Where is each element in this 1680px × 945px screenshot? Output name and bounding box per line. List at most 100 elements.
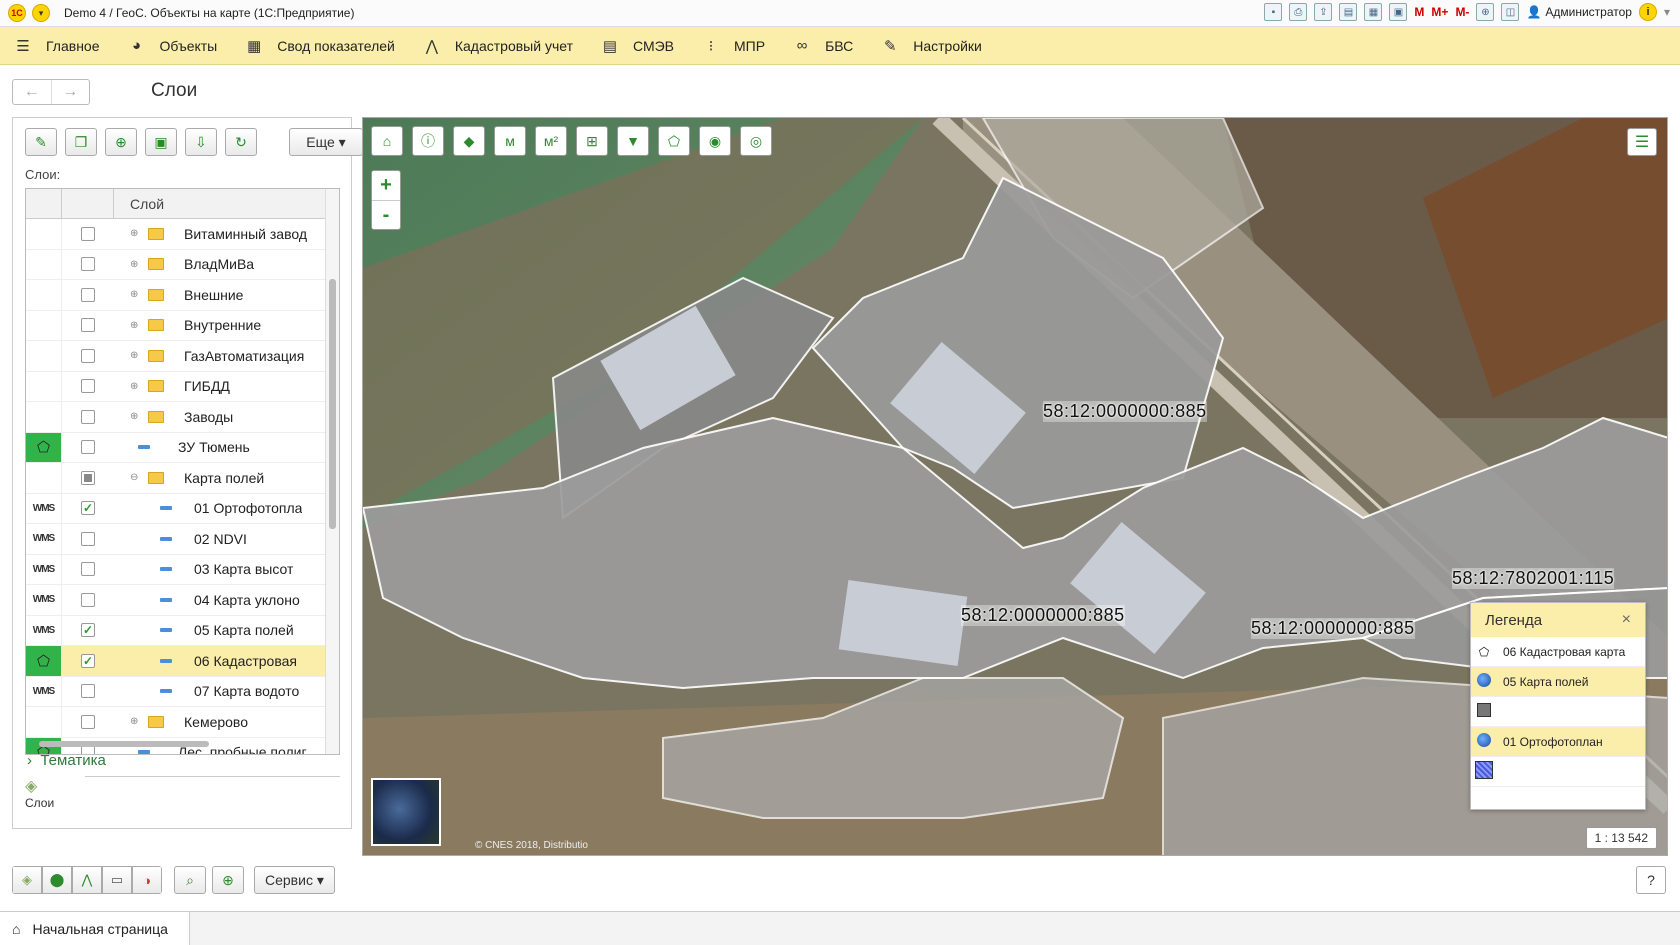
menu-item-main[interactable]: ☰ Главное: [0, 27, 114, 65]
target-icon[interactable]: ⊕: [212, 866, 244, 894]
header-check-column[interactable]: [62, 189, 114, 218]
header-type-column[interactable]: [26, 189, 62, 218]
table-row[interactable]: WMS 07 Карта водото: [26, 676, 339, 707]
polygon-select-icon[interactable]: ⬠: [658, 126, 690, 156]
expand-icon[interactable]: ⊕: [130, 259, 140, 270]
layer-type-cell[interactable]: ⬠: [26, 646, 62, 676]
table-row[interactable]: ⊕ Внешние: [26, 280, 339, 311]
visibility-checkbox[interactable]: ✓: [81, 623, 95, 638]
visibility-checkbox[interactable]: [81, 714, 95, 729]
menu-item-settings[interactable]: ✎ Настройки: [867, 27, 996, 65]
map-export-icon[interactable]: ◎: [740, 126, 772, 156]
layer-type-cell[interactable]: [26, 249, 62, 279]
window-menu-icon[interactable]: ▾: [1664, 5, 1670, 19]
layer-type-cell[interactable]: [26, 707, 62, 737]
help-button[interactable]: ?: [1636, 866, 1666, 894]
visibility-checkbox[interactable]: [81, 592, 95, 607]
layer-type-cell[interactable]: WMS: [26, 493, 62, 523]
visibility-checkbox[interactable]: ✓: [81, 501, 95, 516]
header-layer-column[interactable]: Слой: [114, 189, 164, 218]
layer-type-cell[interactable]: WMS: [26, 615, 62, 645]
table-row[interactable]: ⊕ ВладМиВа: [26, 249, 339, 280]
visibility-checkbox[interactable]: [81, 379, 95, 394]
table-row[interactable]: ⊖ Карта полей: [26, 463, 339, 494]
table-row[interactable]: ⊕ Заводы: [26, 402, 339, 433]
info-icon[interactable]: ⓘ: [412, 126, 444, 156]
compass-icon[interactable]: ⋀: [72, 866, 102, 894]
sloi-tab[interactable]: ◈ Слои: [25, 776, 85, 831]
table-row[interactable]: ⊕ Кемерово: [26, 707, 339, 738]
map-view[interactable]: ⌂ ⓘ ◆ м м² ⊞ ▼ ⬠ ◉ ◎ + - ☰ 58:12:0000000…: [362, 117, 1668, 856]
print-icon[interactable]: ⎙: [1289, 3, 1308, 21]
pan-icon[interactable]: ◆: [453, 126, 485, 156]
close-icon[interactable]: ×: [1622, 611, 1631, 629]
service-button[interactable]: Сервис ▾: [254, 866, 335, 894]
overview-minimap[interactable]: [371, 778, 441, 846]
expand-icon[interactable]: ⊕: [130, 411, 140, 422]
visibility-checkbox[interactable]: [81, 226, 95, 241]
table-row[interactable]: WMS 03 Карта высот: [26, 554, 339, 585]
menu-item-smev[interactable]: ▤ СМЭВ: [587, 27, 688, 65]
home-icon[interactable]: ⌂: [371, 126, 403, 156]
main-menu-dropdown-icon[interactable]: ▾: [32, 4, 50, 22]
scrollbar-thumb[interactable]: [39, 741, 209, 747]
menu-item-bvs[interactable]: ∞ БВС: [779, 27, 867, 65]
map-tool-icon[interactable]: ◉: [699, 126, 731, 156]
add-folder-icon[interactable]: ▣: [145, 128, 177, 156]
layer-type-cell[interactable]: ⬠: [26, 432, 62, 462]
memory-m-plus-button[interactable]: M+: [1431, 5, 1448, 19]
expand-icon[interactable]: ⊕: [130, 381, 140, 392]
table-row[interactable]: WMS 02 NDVI: [26, 524, 339, 555]
visibility-checkbox[interactable]: [81, 562, 95, 577]
back-arrow-icon[interactable]: ←: [13, 80, 51, 104]
upload-icon[interactable]: ⇪: [1314, 3, 1333, 21]
calendar-icon[interactable]: ▣: [1389, 3, 1408, 21]
table-row[interactable]: WMS ✓ 01 Ортофотопла: [26, 493, 339, 524]
pie-chart-icon[interactable]: ◑: [132, 866, 162, 894]
layer-type-cell[interactable]: [26, 463, 62, 493]
measure-distance-icon[interactable]: м: [494, 126, 526, 156]
table-row[interactable]: ⬠ ЗУ Тюмень: [26, 432, 339, 463]
print-preview-icon[interactable]: ▤: [1339, 3, 1358, 21]
table-row[interactable]: ⊕ Внутренние: [26, 310, 339, 341]
table-row[interactable]: ⬠ ✓ 06 Кадастровая: [26, 646, 339, 677]
layer-type-cell[interactable]: [26, 310, 62, 340]
zoom-icon[interactable]: ⊕: [1476, 3, 1495, 21]
expand-icon[interactable]: ⊕: [130, 289, 140, 300]
visibility-checkbox[interactable]: [81, 684, 95, 699]
visibility-checkbox[interactable]: ✓: [81, 653, 95, 668]
visibility-checkbox[interactable]: [81, 257, 95, 272]
layer-type-cell[interactable]: WMS: [26, 676, 62, 706]
table-row[interactable]: ⊕ Витаминный завод: [26, 219, 339, 250]
layer-type-cell[interactable]: [26, 402, 62, 432]
info-icon[interactable]: i: [1638, 3, 1657, 21]
table-row[interactable]: ⊕ ГазАвтоматизация: [26, 341, 339, 372]
add-layer-icon[interactable]: ⊕: [105, 128, 137, 156]
layer-type-cell[interactable]: [26, 341, 62, 371]
horizontal-scrollbar[interactable]: [25, 737, 326, 751]
search-icon[interactable]: ⌕: [174, 866, 206, 894]
scrollbar-thumb[interactable]: [329, 279, 336, 529]
visibility-checkbox[interactable]: [81, 287, 95, 302]
table-row[interactable]: WMS 04 Карта уклоно: [26, 585, 339, 616]
zoom-in-button[interactable]: +: [372, 171, 400, 200]
tematika-section[interactable]: › Тематика: [27, 752, 106, 769]
forward-arrow-icon[interactable]: →: [50, 80, 90, 104]
memory-m-minus-button[interactable]: M-: [1455, 5, 1469, 19]
expand-icon[interactable]: ⊕: [130, 320, 140, 331]
expand-icon[interactable]: ⊕: [130, 350, 140, 361]
zoom-out-button[interactable]: -: [372, 200, 400, 229]
menu-item-mpr[interactable]: ⁝ МПР: [688, 27, 779, 65]
panel-icon[interactable]: ◫: [1501, 3, 1520, 21]
layer-type-cell[interactable]: [26, 219, 62, 249]
visibility-checkbox[interactable]: [81, 348, 95, 363]
map-pin-icon[interactable]: ⬤: [42, 866, 72, 894]
visibility-checkbox[interactable]: [81, 318, 95, 333]
table-row[interactable]: ⊕ ГИБДД: [26, 371, 339, 402]
layer-type-cell[interactable]: [26, 280, 62, 310]
vehicle-icon[interactable]: ▭: [102, 866, 132, 894]
layer-list-icon[interactable]: ☰: [1627, 128, 1657, 156]
import-layer-icon[interactable]: ⇩: [185, 128, 217, 156]
edit-layer-icon[interactable]: ✎: [25, 128, 57, 156]
user-menu[interactable]: 👤 Администратор: [1526, 5, 1632, 19]
